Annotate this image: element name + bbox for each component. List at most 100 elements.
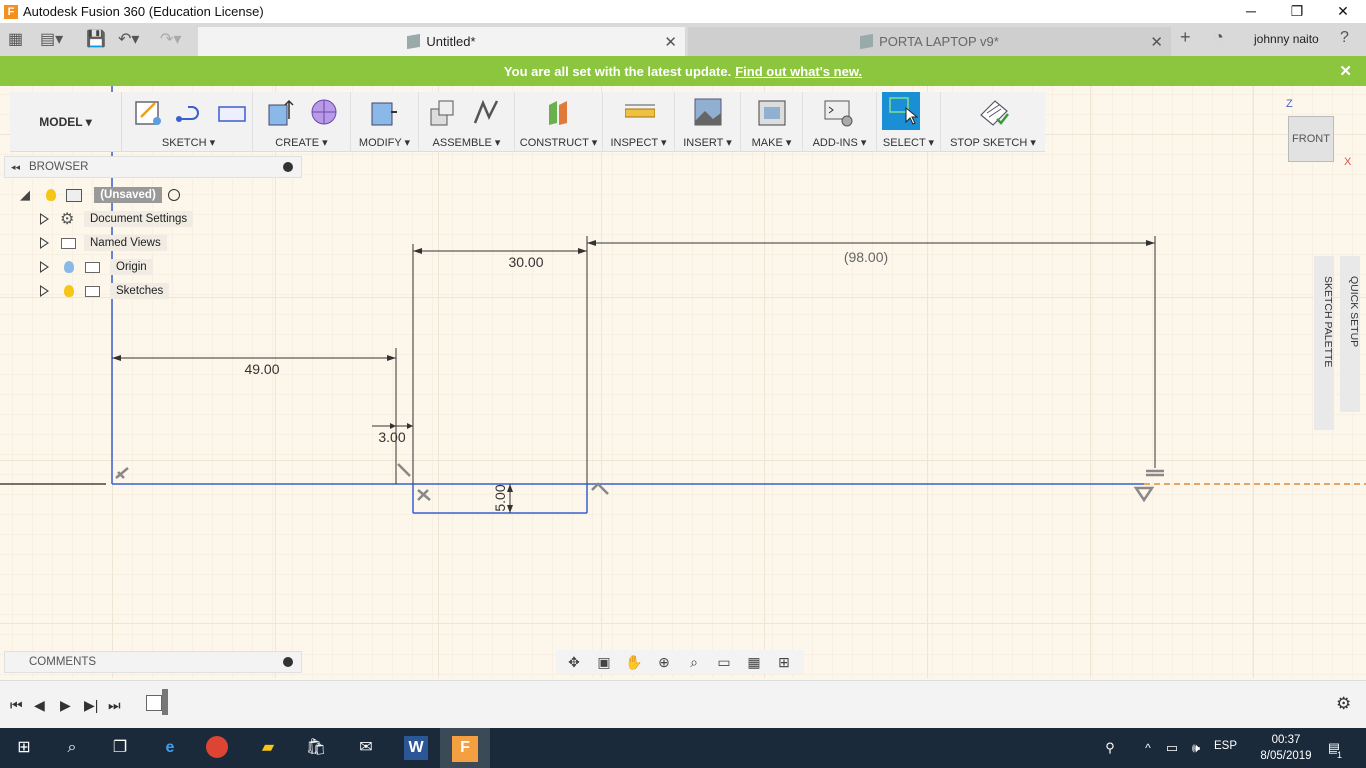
measure-icon[interactable] [625,97,655,127]
create-group[interactable]: CREATE ▾ [253,92,351,152]
expanded-triangle-icon[interactable]: ◢ [20,187,30,203]
fit-icon[interactable]: ⌕ [682,654,706,671]
collapse-browser-icon[interactable]: ◂◂ [11,162,20,173]
inspect-menu[interactable]: INSPECT ▾ [603,136,674,149]
zoom-icon[interactable]: ⊕ [652,654,676,671]
tree-item-document-settings[interactable]: ⚙ Document Settings [38,210,198,228]
chrome-icon[interactable] [206,736,228,758]
mail-icon[interactable]: ✉ [354,736,378,760]
help-icon[interactable]: ? [1340,29,1349,47]
3d-print-icon[interactable] [757,97,787,127]
stop-sketch-icon[interactable] [979,97,1009,127]
close-tab-icon[interactable]: ✕ [1150,33,1163,51]
collapsed-triangle-icon[interactable] [40,237,49,249]
previous-step-icon[interactable]: ◀ [34,697,45,714]
stop-sketch-menu[interactable]: STOP SKETCH ▾ [941,136,1045,149]
dimension-30[interactable]: 30.00 [508,254,543,270]
quick-setup-label[interactable]: QUICK SETUP [1348,276,1360,347]
volume-icon[interactable]: 🕪 [1184,736,1208,760]
make-menu[interactable]: MAKE ▾ [741,136,802,149]
sketch-group[interactable]: SKETCH ▾ [125,92,253,152]
select-tool-button[interactable] [882,92,920,130]
tab-porta-laptop[interactable]: PORTA LAPTOP v9* ✕ [688,27,1171,56]
extrude-icon[interactable] [265,97,295,127]
viewports-icon[interactable]: ⊞ [772,654,796,671]
save-icon[interactable]: 💾 [86,29,106,49]
close-window-button[interactable]: ✕ [1320,0,1366,23]
timeline-settings-gear-icon[interactable]: ⚙ [1336,694,1351,714]
timeline-sketch-feature-icon[interactable] [146,695,162,711]
rectangle-icon[interactable] [217,97,247,127]
grid-settings-icon[interactable]: ▦ [742,654,766,671]
comments-panel-header[interactable]: COMMENTS [4,651,302,673]
assemble-group[interactable]: ASSEMBLE ▾ [419,92,515,152]
task-view-icon[interactable]: ❐ [108,736,132,760]
go-to-end-icon[interactable]: ⏭ [108,697,121,714]
look-at-icon[interactable]: ▣ [592,654,616,671]
construct-menu[interactable]: CONSTRUCT ▾ [515,136,602,149]
timeline-marker[interactable] [162,689,168,715]
line-icon[interactable] [175,97,205,127]
whats-new-link[interactable]: Find out what's new. [735,64,862,79]
offset-plane-icon[interactable] [543,97,573,127]
language-indicator[interactable]: ESP [1214,740,1237,752]
collapsed-triangle-icon[interactable] [40,261,49,273]
dimension-5[interactable]: 5.00 [492,484,508,511]
scripts-addins-icon[interactable] [823,97,853,127]
restore-button[interactable]: ❐ [1274,0,1320,23]
dimension-49[interactable]: 49.00 [244,361,279,377]
undo-icon[interactable]: ↶▾ [118,29,139,49]
go-to-start-icon[interactable]: ⏮ [10,697,23,714]
addins-menu[interactable]: ADD-INS ▾ [803,136,876,149]
joint-icon[interactable] [471,97,501,127]
user-name[interactable]: johnny naito [1254,32,1319,46]
apps-grid-icon[interactable]: ▦ [8,29,23,49]
modify-group[interactable]: MODIFY ▾ [351,92,419,152]
workspace-selector[interactable]: MODEL ▾ [10,92,122,152]
file-explorer-icon[interactable]: ▰ [256,736,280,760]
file-menu-icon[interactable]: ▤▾ [40,29,63,49]
people-icon[interactable]: ⚲ [1098,736,1122,760]
addins-group[interactable]: ADD-INS ▾ [803,92,877,152]
tray-chevron-icon[interactable]: ^ [1136,736,1160,760]
form-icon[interactable] [309,97,339,127]
word-icon[interactable]: W [404,736,428,760]
visibility-bulb-icon[interactable] [46,189,56,201]
store-icon[interactable]: 🛍 [304,736,328,760]
constraint-glyphs[interactable] [115,463,1164,503]
viewcube-face-label[interactable]: FRONT [1292,133,1330,145]
select-menu[interactable]: SELECT ▾ [877,136,940,149]
assemble-menu[interactable]: ASSEMBLE ▾ [419,136,514,149]
quick-setup-panel[interactable]: QUICK SETUP [1340,256,1360,412]
play-icon[interactable]: ▶ [60,697,71,714]
browser-panel-header[interactable]: ◂◂ BROWSER [4,156,302,178]
dimension-3[interactable]: 3.00 [378,429,405,445]
sketch-palette-panel[interactable]: SKETCH PALETTE [1314,256,1334,430]
stop-sketch-group[interactable]: STOP SKETCH ▾ [941,92,1045,152]
new-component-icon[interactable] [427,97,457,127]
collapsed-triangle-icon[interactable] [40,285,49,297]
clock[interactable]: 00:37 8/05/2019 [1256,732,1316,764]
new-tab-icon[interactable]: + [1180,27,1191,48]
next-step-icon[interactable]: ▶| [84,697,98,714]
display-settings-icon[interactable]: ▭ [712,654,736,671]
dimension-98-reference[interactable]: (98.00) [844,249,888,265]
edge-browser-icon[interactable]: e [158,736,182,760]
job-status-icon[interactable]: ◔ [1214,29,1224,47]
tree-item-named-views[interactable]: Named Views [38,234,198,252]
inspect-group[interactable]: INSPECT ▾ [603,92,675,152]
insert-menu[interactable]: INSERT ▾ [675,136,740,149]
create-sketch-icon[interactable] [133,97,163,127]
tab-untitled[interactable]: Untitled* ✕ [198,27,685,56]
close-banner-icon[interactable]: ✕ [1339,62,1352,80]
close-tab-icon[interactable]: ✕ [664,33,677,51]
notifications-icon[interactable]: ▤ [1322,736,1346,760]
start-windows-icon[interactable]: ⊞ [12,736,36,760]
search-icon[interactable]: ⌕ [60,736,84,760]
redo-icon[interactable]: ↷▾ [160,29,181,49]
construct-group[interactable]: CONSTRUCT ▾ [515,92,603,152]
activate-radio-icon[interactable] [168,189,180,201]
insert-image-icon[interactable] [693,97,723,127]
pan-icon[interactable]: ✋ [622,654,646,671]
visibility-bulb-icon[interactable] [64,285,74,297]
